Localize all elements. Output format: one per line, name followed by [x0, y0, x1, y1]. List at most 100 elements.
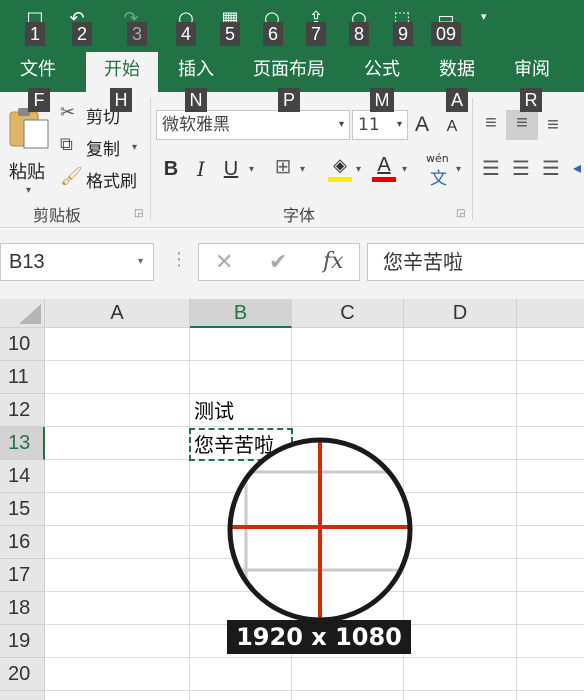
- row-header-14[interactable]: 14: [0, 460, 45, 493]
- font-group-label: 字体: [283, 206, 316, 225]
- row-header-21[interactable]: [0, 691, 45, 700]
- row-header-12[interactable]: 12: [0, 394, 45, 427]
- name-box-value: B13: [9, 251, 45, 273]
- tab-formulas[interactable]: 公式: [352, 52, 412, 92]
- keytip-09: 09: [431, 22, 461, 46]
- keytip-2: 2: [72, 22, 92, 46]
- column-header-c[interactable]: C: [292, 299, 404, 328]
- quick-access-toolbar: □ ↶ ↷ ○ ▦ ○ ⇪ ○ ⬚ ▭ ▾ 1 2 3 4 5 6 7 8 9 …: [0, 0, 584, 52]
- row-gridline: [45, 690, 584, 691]
- align-center-icon[interactable]: ☰: [508, 156, 534, 182]
- select-all-triangle-icon: [19, 304, 41, 324]
- cell-b12[interactable]: 测试: [194, 395, 234, 427]
- tab-home[interactable]: 开始: [86, 52, 158, 92]
- row-header-13[interactable]: 13: [0, 427, 45, 460]
- tab-review[interactable]: 审阅: [502, 52, 562, 92]
- keytip-7: 7: [306, 22, 326, 46]
- enter-icon[interactable]: ✔: [269, 244, 287, 280]
- formula-input[interactable]: 您辛苦啦: [367, 243, 584, 281]
- keytip-3: 3: [127, 22, 147, 46]
- copy-label: 复制: [86, 140, 120, 160]
- keytip-9: 9: [393, 22, 413, 46]
- clipboard-launcher-icon[interactable]: ◲: [134, 208, 143, 219]
- fill-color-button[interactable]: ◈: [326, 152, 354, 182]
- keytip-R: R: [520, 88, 542, 112]
- phonetic-dropdown-icon[interactable]: ▾: [456, 164, 461, 175]
- keytip-N: N: [185, 88, 207, 112]
- select-all-button[interactable]: [0, 299, 45, 328]
- align-right-icon[interactable]: ☰: [538, 156, 564, 182]
- tab-insert[interactable]: 插入: [166, 52, 226, 92]
- name-box[interactable]: B13 ▾: [0, 243, 154, 281]
- tab-file[interactable]: 文件: [8, 52, 68, 92]
- row-header-16[interactable]: 16: [0, 526, 45, 559]
- underline-button[interactable]: U: [220, 156, 242, 182]
- shrink-font-button[interactable]: A: [443, 114, 461, 140]
- copy-button[interactable]: ⧉ 复制 ▾: [58, 134, 148, 160]
- keytip-A: A: [446, 88, 468, 112]
- cancel-icon[interactable]: ✕: [215, 244, 233, 280]
- format-painter-button[interactable]: 🖌 格式刷: [58, 166, 148, 192]
- font-color-dropdown-icon[interactable]: ▾: [402, 164, 407, 175]
- italic-button[interactable]: I: [190, 156, 212, 182]
- align-top-icon[interactable]: ≡: [478, 110, 504, 136]
- row-header-20[interactable]: 20: [0, 658, 45, 691]
- insert-function-icon[interactable]: fx: [323, 244, 344, 280]
- font-color-button[interactable]: A: [370, 152, 398, 182]
- indent-icon[interactable]: ◂: [570, 156, 584, 182]
- bold-button[interactable]: B: [160, 156, 182, 182]
- font-launcher-icon[interactable]: ◲: [456, 208, 465, 219]
- column-header-e[interactable]: [517, 299, 584, 328]
- row-header-17[interactable]: 17: [0, 559, 45, 592]
- tab-data[interactable]: 数据: [427, 52, 487, 92]
- font-color-swatch: [372, 177, 396, 182]
- borders-icon[interactable]: ⊞: [270, 154, 296, 180]
- keytip-M: M: [370, 88, 394, 112]
- row-header-19[interactable]: 19: [0, 625, 45, 658]
- paste-label: 粘贴: [9, 162, 45, 183]
- keytip-5: 5: [220, 22, 240, 46]
- font-size-combo[interactable]: 11 ▾: [352, 110, 408, 140]
- row-header-15[interactable]: 15: [0, 493, 45, 526]
- row-header-10[interactable]: 10: [0, 328, 45, 361]
- paste-button[interactable]: 粘贴 ▾: [6, 100, 54, 200]
- keytip-H: H: [110, 88, 132, 112]
- row-gridline: [45, 426, 584, 427]
- brush-icon: 🖌: [60, 166, 83, 187]
- row-header-11[interactable]: 11: [0, 361, 45, 394]
- borders-dropdown-icon[interactable]: ▾: [300, 164, 305, 175]
- resolution-label: 1920 x 1080: [227, 620, 411, 654]
- row-gridline: [45, 657, 584, 658]
- align-left-icon[interactable]: ☰: [478, 156, 504, 182]
- formula-bar-grip-icon[interactable]: ⋮: [170, 249, 188, 270]
- chevron-down-icon: ▾: [137, 256, 143, 267]
- underline-dropdown-icon[interactable]: ▾: [249, 164, 254, 175]
- customize-toolbar-arrow-icon[interactable]: ▾: [481, 10, 487, 23]
- ribbon-home: 粘贴 ▾ ✂ 剪切 ⧉ 复制 ▾ 🖌 格式刷 剪贴板 ◲ 微软雅黑 ▾ 11 ▾…: [0, 92, 584, 228]
- phonetic-button[interactable]: wén 文: [424, 152, 452, 189]
- column-header-b[interactable]: B: [190, 299, 292, 328]
- ribbon-tabs: 文件 开始 插入 页面布局 公式 数据 审阅: [0, 52, 584, 92]
- magnifier-crosshair-icon: [227, 437, 413, 623]
- align-bottom-icon[interactable]: ≡: [540, 112, 566, 138]
- font-size-value: 11: [358, 115, 380, 135]
- copy-dropdown-icon[interactable]: ▾: [132, 142, 137, 153]
- align-middle-icon[interactable]: ≡: [506, 110, 538, 140]
- fill-color-dropdown-icon[interactable]: ▾: [356, 164, 361, 175]
- font-name-value: 微软雅黑: [162, 115, 230, 135]
- keytip-6: 6: [263, 22, 283, 46]
- column-gridline: [189, 328, 190, 700]
- column-header-d[interactable]: D: [404, 299, 517, 328]
- font-color-letter: A: [377, 154, 391, 176]
- tab-page-layout[interactable]: 页面布局: [244, 52, 334, 92]
- formula-buttons: ✕ ✔ fx: [198, 243, 360, 281]
- group-divider: [472, 98, 473, 220]
- grow-font-button[interactable]: A: [412, 112, 432, 138]
- paste-dropdown-icon[interactable]: ▾: [26, 185, 31, 196]
- keytip-P: P: [278, 88, 300, 112]
- clipboard-group-label: 剪贴板: [33, 206, 82, 225]
- fill-color-swatch: [328, 177, 352, 182]
- font-name-combo[interactable]: 微软雅黑 ▾: [156, 110, 350, 140]
- column-header-a[interactable]: A: [45, 299, 190, 328]
- row-header-18[interactable]: 18: [0, 592, 45, 625]
